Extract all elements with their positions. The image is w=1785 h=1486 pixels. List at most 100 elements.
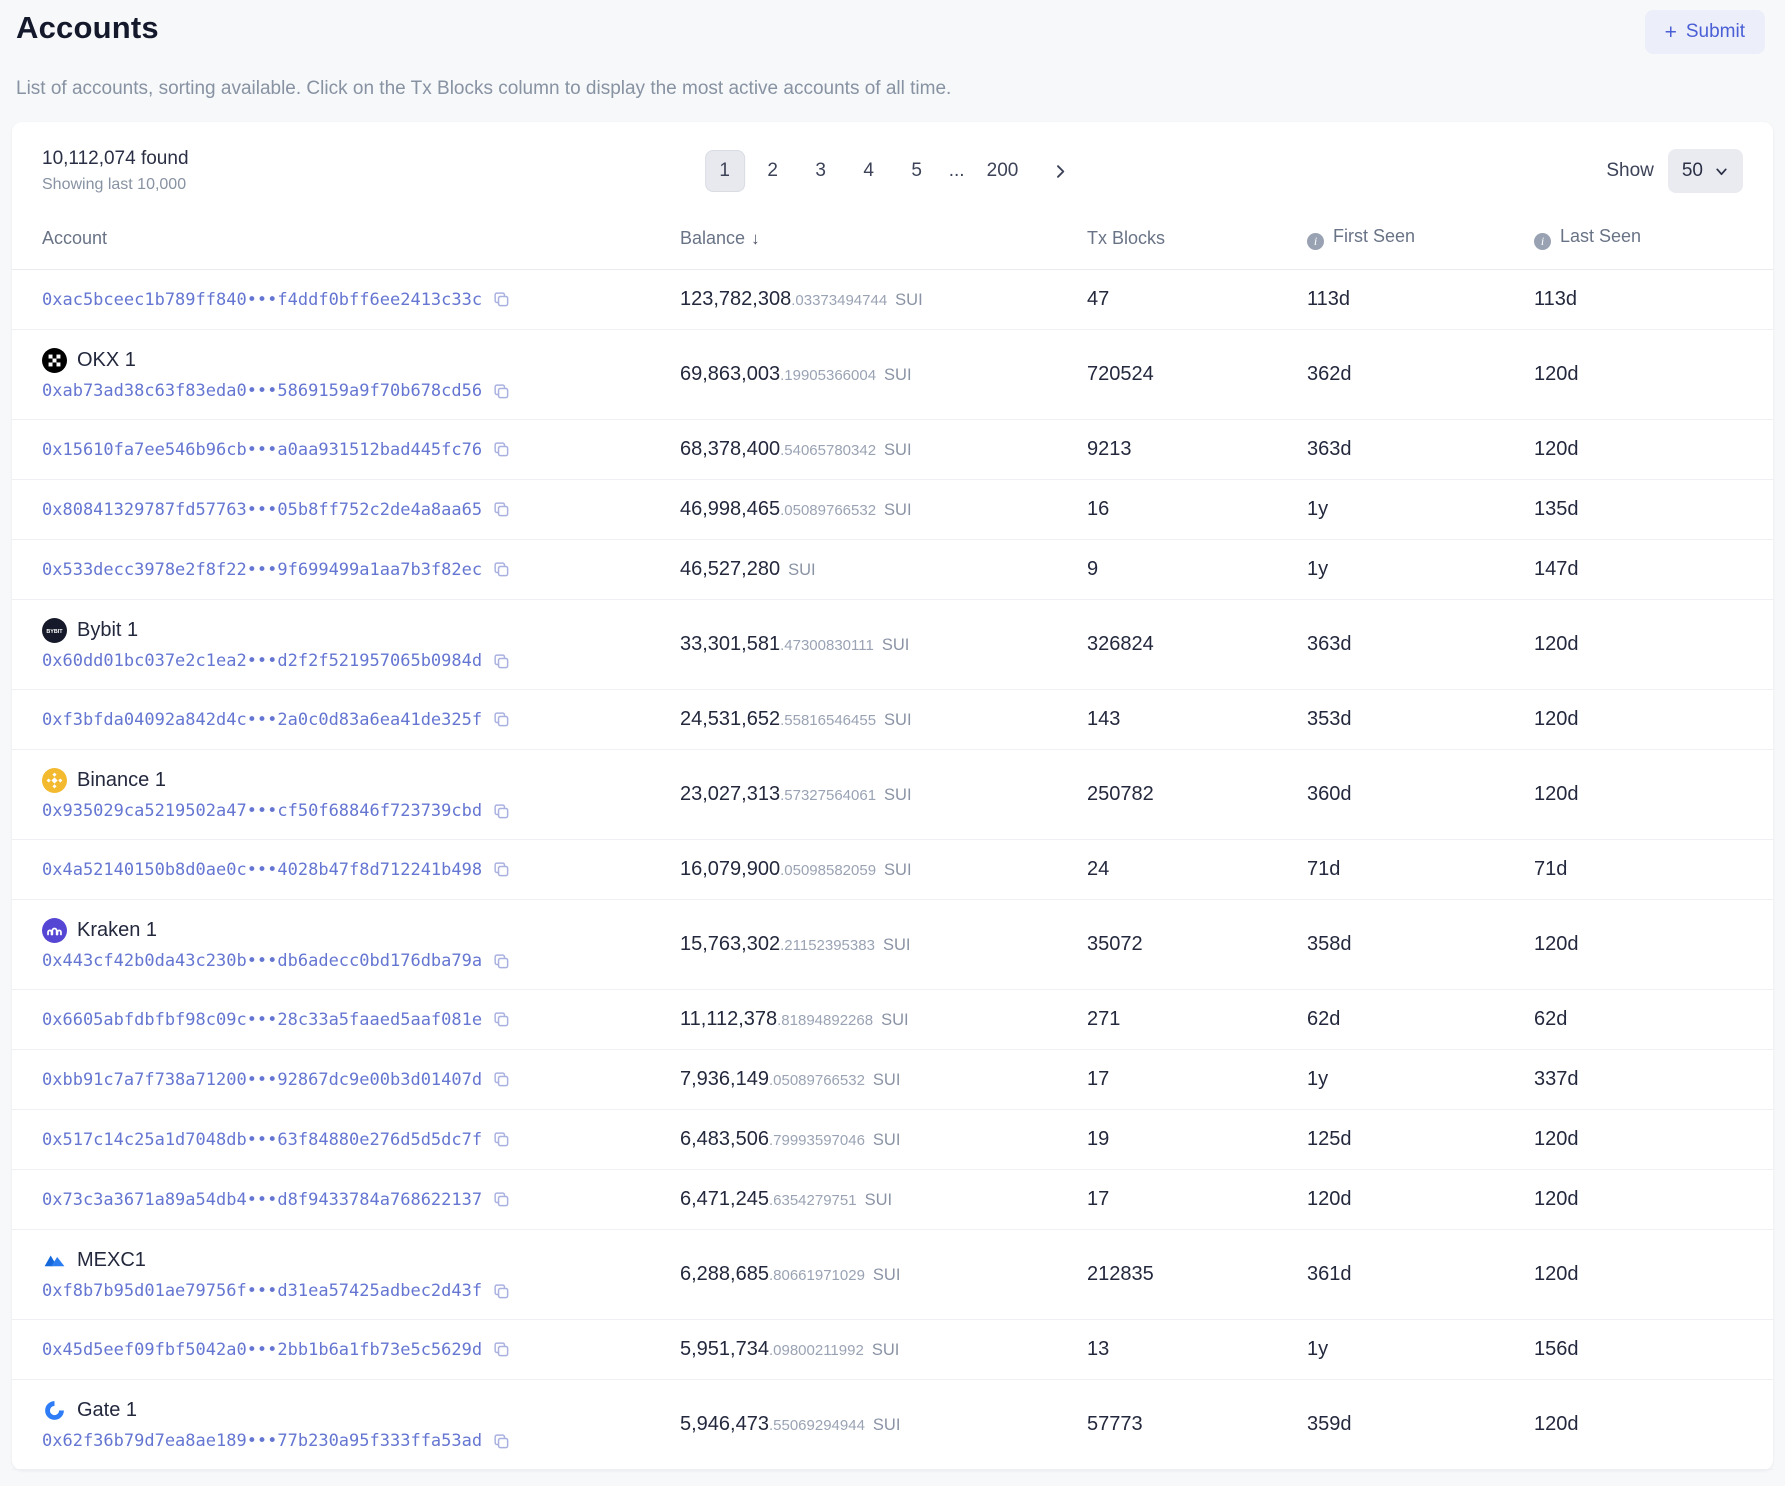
- balance-integer: 16,079,900: [680, 858, 780, 880]
- table-row: 0x73c3a3671a89a54db4•••d8f9433784a768622…: [12, 1170, 1773, 1230]
- account-address-link[interactable]: 0x935029ca5219502a47•••cf50f68846f723739…: [42, 801, 482, 821]
- first-seen-value: 362d: [1307, 330, 1534, 420]
- balance-integer: 6,483,506: [680, 1128, 769, 1150]
- account-address-link[interactable]: 0xac5bceec1b789ff840•••f4ddf0bff6ee2413c…: [42, 290, 482, 310]
- accounts-table: Account Balance↓ Tx Blocks iFirst Seen i…: [12, 210, 1773, 1470]
- last-seen-value: 120d: [1534, 330, 1773, 420]
- column-header-last-seen[interactable]: iLast Seen: [1534, 210, 1773, 270]
- account-address-link[interactable]: 0x73c3a3671a89a54db4•••d8f9433784a768622…: [42, 1190, 482, 1210]
- balance-cell: 33,301,581.47300830111SUI: [680, 600, 1087, 690]
- first-seen-value: 363d: [1307, 600, 1534, 690]
- account-address-link[interactable]: 0x45d5eef09fbf5042a0•••2bb1b6a1fb73e5c56…: [42, 1340, 482, 1360]
- tx-blocks-value: 326824: [1087, 600, 1307, 690]
- page-size-select[interactable]: 50: [1668, 149, 1743, 193]
- account-cell: MEXC1 0xf8b7b95d01ae79756f•••d31ea57425a…: [12, 1230, 680, 1320]
- last-seen-value: 120d: [1534, 900, 1773, 990]
- last-seen-value: 71d: [1534, 840, 1773, 900]
- copy-icon[interactable]: [492, 382, 511, 401]
- copy-icon[interactable]: [492, 1432, 511, 1451]
- account-address-link[interactable]: 0x15610fa7ee546b96cb•••a0aa931512bad445f…: [42, 440, 482, 460]
- balance-unit: SUI: [873, 1131, 901, 1149]
- tx-blocks-value: 17: [1087, 1170, 1307, 1230]
- exchange-tag: MEXC1: [42, 1248, 680, 1273]
- copy-icon[interactable]: [492, 710, 511, 729]
- pagination-page-3[interactable]: 3: [801, 150, 841, 192]
- pagination-next-button[interactable]: [1040, 150, 1080, 192]
- copy-icon[interactable]: [492, 560, 511, 579]
- account-address-link[interactable]: 0xbb91c7a7f738a71200•••92867dc9e00b3d014…: [42, 1070, 482, 1090]
- first-seen-value: 1y: [1307, 540, 1534, 600]
- table-row: 0x15610fa7ee546b96cb•••a0aa931512bad445f…: [12, 420, 1773, 480]
- pagination-page-5[interactable]: 5: [897, 150, 937, 192]
- copy-icon[interactable]: [492, 1070, 511, 1089]
- table-row: 0x4a52140150b8d0ae0c•••4028b47f8d712241b…: [12, 840, 1773, 900]
- column-header-account: Account: [12, 210, 680, 270]
- copy-icon[interactable]: [492, 1190, 511, 1209]
- copy-icon[interactable]: [492, 1130, 511, 1149]
- balance-integer: 6,288,685: [680, 1263, 769, 1285]
- balance-integer: 5,951,734: [680, 1338, 769, 1360]
- balance-cell: 6,288,685.80661971029SUI: [680, 1230, 1087, 1320]
- copy-icon[interactable]: [492, 652, 511, 671]
- account-address-link[interactable]: 0x62f36b79d7ea8ae189•••77b230a95f333ffa5…: [42, 1431, 482, 1451]
- copy-icon[interactable]: [492, 802, 511, 821]
- copy-icon[interactable]: [492, 440, 511, 459]
- account-address-link[interactable]: 0x533decc3978e2f8f22•••9f699499a1aa7b3f8…: [42, 560, 482, 580]
- submit-button[interactable]: + Submit: [1645, 10, 1765, 54]
- balance-decimals: .05089766532: [780, 502, 876, 519]
- pagination-page-1[interactable]: 1: [705, 150, 745, 192]
- copy-icon[interactable]: [492, 952, 511, 971]
- account-address-link[interactable]: 0x443cf42b0da43c230b•••db6adecc0bd176dba…: [42, 951, 482, 971]
- last-seen-value: 147d: [1534, 540, 1773, 600]
- account-address-link[interactable]: 0x517c14c25a1d7048db•••63f84880e276d5d5d…: [42, 1130, 482, 1150]
- account-cell: 0x517c14c25a1d7048db•••63f84880e276d5d5d…: [12, 1110, 680, 1170]
- column-header-first-seen[interactable]: iFirst Seen: [1307, 210, 1534, 270]
- pagination-page-200[interactable]: 200: [977, 150, 1029, 192]
- account-address-link[interactable]: 0xf3bfda04092a842d4c•••2a0c0d83a6ea41de3…: [42, 710, 482, 730]
- account-cell: BYBIT Bybit 1 0x60dd01bc037e2c1ea2•••d2f…: [12, 600, 680, 690]
- exchange-tag: OKX 1: [42, 348, 680, 373]
- column-header-balance[interactable]: Balance↓: [680, 210, 1087, 270]
- column-header-tx-blocks[interactable]: Tx Blocks: [1087, 210, 1307, 270]
- account-address-link[interactable]: 0x60dd01bc037e2c1ea2•••d2f2f521957065b09…: [42, 651, 482, 671]
- account-address-link[interactable]: 0x4a52140150b8d0ae0c•••4028b47f8d712241b…: [42, 860, 482, 880]
- account-address-link[interactable]: 0xf8b7b95d01ae79756f•••d31ea57425adbec2d…: [42, 1281, 482, 1301]
- tx-blocks-value: 57773: [1087, 1380, 1307, 1470]
- balance-integer: 23,027,313: [680, 783, 780, 805]
- copy-icon[interactable]: [492, 290, 511, 309]
- page-size-control: Show 50: [1606, 149, 1743, 193]
- copy-icon[interactable]: [492, 1282, 511, 1301]
- account-cell: 0x45d5eef09fbf5042a0•••2bb1b6a1fb73e5c56…: [12, 1320, 680, 1380]
- balance-unit: SUI: [788, 561, 816, 579]
- copy-icon[interactable]: [492, 1340, 511, 1359]
- chevron-down-icon: [1714, 164, 1729, 179]
- first-seen-value: 361d: [1307, 1230, 1534, 1320]
- copy-icon[interactable]: [492, 500, 511, 519]
- accounts-card: 10,112,074 found Showing last 10,000 123…: [12, 122, 1773, 1470]
- first-seen-value: 125d: [1307, 1110, 1534, 1170]
- pagination-page-2[interactable]: 2: [753, 150, 793, 192]
- balance-decimals: .09800211992: [769, 1342, 864, 1359]
- balance-integer: 6,471,245: [680, 1188, 769, 1210]
- account-cell: Gate 1 0x62f36b79d7ea8ae189•••77b230a95f…: [12, 1380, 680, 1470]
- table-row: 0xac5bceec1b789ff840•••f4ddf0bff6ee2413c…: [12, 270, 1773, 330]
- first-seen-value: 62d: [1307, 990, 1534, 1050]
- copy-icon[interactable]: [492, 1010, 511, 1029]
- account-address-link[interactable]: 0x6605abfdbfbf98c09c•••28c33a5faaed5aaf0…: [42, 1010, 482, 1030]
- page-size-value: 50: [1682, 160, 1703, 182]
- copy-icon[interactable]: [492, 860, 511, 879]
- balance-unit: SUI: [884, 441, 912, 459]
- pagination-page-4[interactable]: 4: [849, 150, 889, 192]
- balance-integer: 69,863,003: [680, 363, 780, 385]
- first-seen-value: 71d: [1307, 840, 1534, 900]
- account-cell: 0xbb91c7a7f738a71200•••92867dc9e00b3d014…: [12, 1050, 680, 1110]
- table-row: 0xf3bfda04092a842d4c•••2a0c0d83a6ea41de3…: [12, 690, 1773, 750]
- page-subtitle: List of accounts, sorting available. Cli…: [0, 78, 1785, 100]
- account-address-link[interactable]: 0x80841329787fd57763•••05b8ff752c2de4a8a…: [42, 500, 482, 520]
- tx-blocks-value: 720524: [1087, 330, 1307, 420]
- first-seen-value: 359d: [1307, 1380, 1534, 1470]
- balance-cell: 16,079,900.05098582059SUI: [680, 840, 1087, 900]
- account-cell: 0x6605abfdbfbf98c09c•••28c33a5faaed5aaf0…: [12, 990, 680, 1050]
- account-address-link[interactable]: 0xab73ad38c63f83eda0•••5869159a9f70b678c…: [42, 381, 482, 401]
- table-row: 0x517c14c25a1d7048db•••63f84880e276d5d5d…: [12, 1110, 1773, 1170]
